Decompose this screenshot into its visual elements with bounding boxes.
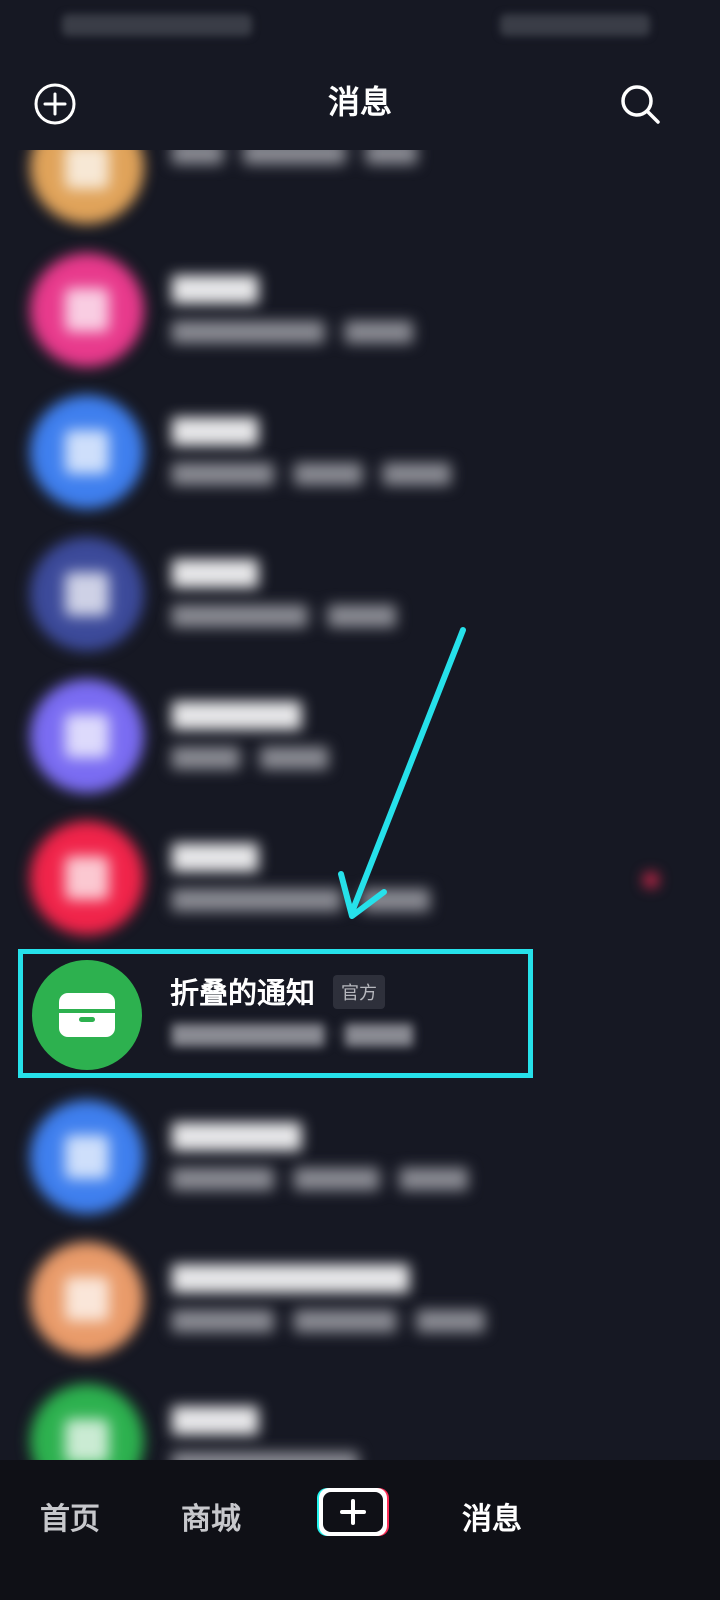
carrier-info: [62, 14, 252, 36]
plus-icon: [317, 1488, 389, 1536]
list-item-preview: ▇▇▇▇▇▇▇▇▇▇▇: [172, 1450, 358, 1460]
folded-notification-avatar[interactable]: [32, 960, 142, 1070]
list-item-title: ▇▇▇▇▇▇: [172, 1118, 302, 1151]
avatar: [30, 821, 144, 935]
page-title: 消息: [327, 83, 392, 121]
list-item-title: ▇▇▇▇▇▇: [172, 697, 302, 730]
list-item-title: ▇▇▇▇: [172, 839, 259, 872]
tab-home[interactable]: 首页: [40, 1494, 100, 1538]
status-bar: [0, 0, 720, 52]
folded-notification-preview: ▇▇▇▇▇▇▇▇▇ · ▇▇▇▇: [172, 1022, 413, 1047]
list-item-preview: ▇▇▇▇▇▇▇▇ · ▇▇▇▇: [172, 603, 397, 628]
list-item[interactable]: ▇▇▇▇ ▇▇▇▇▇▇▇▇ · ▇▇▇▇: [0, 537, 720, 681]
avatar: [30, 1242, 144, 1356]
list-item[interactable]: ▇▇▇▇▇▇ ▇▇▇▇▇▇ · ▇▇▇▇▇ · ▇▇▇▇: [0, 1100, 720, 1244]
avatar: [30, 395, 144, 509]
list-item-preview: ▇▇▇▇▇▇▇▇▇▇ · ▇▇▇▇: [172, 887, 430, 912]
avatar: [30, 1100, 144, 1214]
search-icon: [621, 85, 660, 124]
list-item[interactable]: ▇▇▇▇ ▇▇▇▇▇▇▇▇▇▇▇: [0, 1384, 720, 1460]
list-item-title: ▇▇▇▇: [172, 271, 259, 304]
list-item[interactable]: ▇▇▇▇ ▇▇▇▇▇▇▇▇▇ · ▇▇▇▇: [0, 253, 720, 397]
list-item-preview: ▇▇▇▇ · ▇▇▇▇: [172, 745, 329, 770]
status-icons: [500, 14, 650, 36]
inbox-icon: [59, 993, 115, 1037]
list-item[interactable]: ▇▇▇ · ▇▇▇▇▇▇ · ▇▇▇: [0, 150, 720, 254]
official-badge: 官方: [333, 975, 385, 1009]
avatar: [30, 1384, 144, 1460]
unread-dot: [644, 873, 658, 887]
list-item[interactable]: ▇▇▇▇▇▇▇▇▇▇▇ ▇▇▇▇▇▇ · ▇▇▇▇▇▇ · ▇▇▇▇: [0, 1242, 720, 1386]
folded-notification-title[interactable]: 折叠的通知: [170, 970, 315, 1012]
top-bar: 消息: [0, 52, 720, 152]
bottom-tab-bar: 首页 商城 消息: [0, 1460, 720, 1600]
list-item-preview: ▇▇▇▇▇▇ · ▇▇▇▇▇▇ · ▇▇▇▇: [172, 1308, 485, 1333]
list-item-preview: ▇▇▇▇▇▇▇▇▇ · ▇▇▇▇: [172, 319, 413, 344]
list-item[interactable]: ▇▇▇▇ ▇▇▇▇▇▇ · ▇▇▇▇ · ▇▇▇▇: [0, 395, 720, 539]
list-item-title: ▇▇▇▇▇▇▇▇▇▇▇: [172, 1260, 409, 1293]
list-item-preview: ▇▇▇ · ▇▇▇▇▇▇ · ▇▇▇: [172, 150, 417, 165]
search-button[interactable]: [618, 82, 662, 126]
list-item-title: ▇▇▇▇: [172, 413, 259, 446]
list-item[interactable]: ▇▇▇▇ ▇▇▇▇▇▇▇▇▇▇ · ▇▇▇▇: [0, 821, 720, 965]
message-list: ▇▇▇ · ▇▇▇▇▇▇ · ▇▇▇ ▇▇▇▇ ▇▇▇▇▇▇▇▇▇ · ▇▇▇▇…: [0, 150, 720, 1460]
list-item[interactable]: ▇▇▇▇▇▇ ▇▇▇▇ · ▇▇▇▇: [0, 679, 720, 823]
avatar: [30, 253, 144, 367]
avatar: [30, 150, 144, 224]
avatar: [30, 679, 144, 793]
list-item-preview: ▇▇▇▇▇▇ · ▇▇▇▇▇ · ▇▇▇▇: [172, 1166, 468, 1191]
avatar: [30, 537, 144, 651]
tab-mall[interactable]: 商城: [181, 1494, 241, 1538]
list-item-title: ▇▇▇▇: [172, 1402, 259, 1435]
create-button[interactable]: [316, 1486, 390, 1538]
tab-messages[interactable]: 消息: [462, 1494, 522, 1538]
list-item-title: ▇▇▇▇: [172, 555, 259, 588]
list-item-preview: ▇▇▇▇▇▇ · ▇▇▇▇ · ▇▇▇▇: [172, 461, 451, 486]
